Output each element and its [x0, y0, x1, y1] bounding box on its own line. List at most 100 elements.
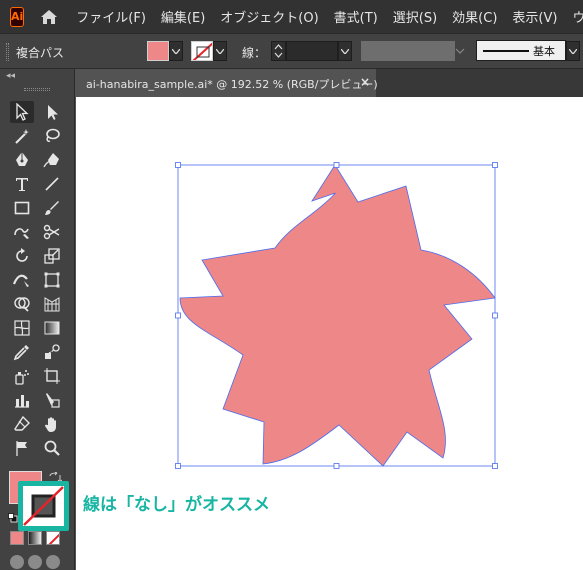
stroke-color-swatch[interactable]: [191, 41, 213, 61]
gradient-mode-button[interactable]: [28, 531, 42, 545]
lasso-tool[interactable]: [40, 125, 64, 147]
drawing-mode-buttons: [10, 555, 68, 569]
width-tool[interactable]: [10, 269, 34, 291]
draw-normal-button[interactable]: [10, 555, 24, 569]
shaper-tool[interactable]: [10, 221, 34, 243]
rotate-icon: [16, 248, 28, 262]
chevron-down-icon: [455, 48, 465, 54]
shape-builder-icon: [14, 297, 30, 312]
gradient-tool[interactable]: [40, 317, 64, 339]
stroke-dropdown-button[interactable]: [213, 41, 227, 61]
perspective-grid-tool[interactable]: [40, 293, 64, 315]
default-colors-icon[interactable]: [8, 508, 18, 523]
artboard-tool[interactable]: [40, 365, 64, 387]
none-slash-icon: [23, 486, 64, 526]
close-tab-icon[interactable]: ×: [360, 75, 370, 89]
blend-icon: [45, 344, 60, 359]
width-tool-icon: [13, 274, 29, 287]
scale-icon: [44, 248, 60, 264]
line-segment-tool[interactable]: [40, 173, 64, 195]
menu-edit[interactable]: 編集(E): [161, 7, 205, 26]
menu-object[interactable]: オブジェクト(O): [220, 7, 318, 26]
hand-tool[interactable]: [40, 413, 64, 435]
scissors-tool[interactable]: [40, 221, 64, 243]
fill-dropdown-button[interactable]: [169, 41, 183, 61]
hand-icon: [45, 417, 56, 432]
brush-definition-field[interactable]: 基本: [476, 40, 566, 61]
stroke-weight-stepper[interactable]: [271, 41, 286, 61]
chevron-down-icon: [172, 48, 180, 54]
symbol-sprayer-icon: [15, 370, 29, 385]
menu-select[interactable]: 選択(S): [393, 7, 437, 26]
tools-panel: ◂◂: [0, 69, 75, 570]
pen-tool[interactable]: [10, 149, 34, 171]
magic-wand-tool[interactable]: [10, 125, 34, 147]
slice-icon: [46, 393, 60, 408]
object-type-label: 複合パス: [16, 46, 65, 60]
puppet-warp-icon: [16, 441, 27, 456]
variable-width-dropdown[interactable]: [455, 41, 467, 61]
eraser-tool[interactable]: [10, 413, 34, 435]
column-graph-tool[interactable]: [10, 389, 34, 411]
zoom-tool[interactable]: [40, 437, 64, 459]
none-mode-button[interactable]: [46, 531, 60, 545]
direct-selection-arrow-icon: [48, 105, 58, 120]
selection-tool[interactable]: [10, 101, 34, 123]
rotate-tool[interactable]: [10, 245, 34, 267]
menu-window[interactable]: ウィ: [572, 7, 583, 26]
paintbrush-tool[interactable]: [40, 197, 64, 219]
pen-nib-icon: [16, 152, 28, 166]
shape-builder-tool[interactable]: [10, 293, 34, 315]
swap-fill-stroke-icon[interactable]: [48, 469, 63, 483]
brush-name: 基本: [533, 45, 555, 58]
document-tab-title: ai-hanabira_sample.ai* @ 192.52 % (RGB/プ…: [86, 78, 378, 91]
panel-grip[interactable]: [24, 88, 50, 91]
rectangle-icon: [14, 201, 30, 215]
document-tab[interactable]: ai-hanabira_sample.ai* @ 192.52 % (RGB/プ…: [76, 69, 378, 97]
stroke-color-box[interactable]: [23, 486, 64, 526]
scissors-icon: [43, 224, 60, 240]
draw-behind-button[interactable]: [28, 555, 42, 569]
symbol-sprayer-tool[interactable]: [10, 365, 34, 387]
menu-view[interactable]: 表示(V): [512, 7, 557, 26]
fill-color-swatch[interactable]: [147, 41, 169, 61]
illustrator-window: Ai ファイル(F) 編集(E) オブジェクト(O) 書式(T) 選択(S) 効…: [0, 0, 583, 570]
menu-type[interactable]: 書式(T): [334, 7, 378, 26]
menu-effect[interactable]: 効果(C): [452, 7, 497, 26]
curvature-tool[interactable]: [40, 149, 64, 171]
brush-dropdown-button[interactable]: [566, 41, 580, 61]
selection-arrow-icon: [16, 103, 29, 121]
eyedropper-tool[interactable]: [10, 341, 34, 363]
color-mode-button[interactable]: [10, 531, 24, 545]
free-transform-tool[interactable]: [40, 269, 64, 291]
type-t-icon: [16, 178, 28, 191]
stroke-weight-dropdown[interactable]: [338, 41, 352, 61]
document-tab-bar: ai-hanabira_sample.ai* @ 192.52 % (RGB/プ…: [76, 69, 583, 97]
panel-grip[interactable]: [6, 43, 9, 61]
rectangle-tool[interactable]: [10, 197, 34, 219]
puppet-warp-tool[interactable]: [10, 437, 34, 459]
mesh-tool[interactable]: [10, 317, 34, 339]
collapse-panel-icon[interactable]: ◂◂: [6, 71, 15, 81]
stroke-weight-input[interactable]: [286, 41, 338, 61]
menu-items: ファイル(F) 編集(E) オブジェクト(O) 書式(T) 選択(S) 効果(C…: [76, 7, 583, 26]
column-graph-icon: [15, 395, 29, 408]
stroke-weight-label: 線：: [242, 46, 267, 60]
eraser-icon: [14, 415, 30, 431]
home-icon[interactable]: [40, 7, 58, 27]
zoom-magnifier-icon: [44, 440, 60, 456]
stroke-color-highlight: [18, 481, 69, 531]
direct-selection-tool[interactable]: [40, 101, 64, 123]
sakura-flower-shape[interactable]: [179, 164, 496, 467]
magic-wand-icon: [15, 129, 29, 144]
slice-tool[interactable]: [40, 389, 64, 411]
menu-bar: Ai ファイル(F) 編集(E) オブジェクト(O) 書式(T) 選択(S) 効…: [0, 0, 583, 33]
type-tool[interactable]: [10, 173, 34, 195]
app-logo: Ai: [10, 6, 25, 27]
callout-annotation: 線は「なし」がオススメ: [83, 495, 270, 515]
variable-width-profile[interactable]: [361, 41, 455, 61]
blend-tool[interactable]: [40, 341, 64, 363]
menu-file[interactable]: ファイル(F): [76, 7, 146, 26]
draw-inside-button[interactable]: [46, 555, 60, 569]
scale-tool[interactable]: [40, 245, 64, 267]
